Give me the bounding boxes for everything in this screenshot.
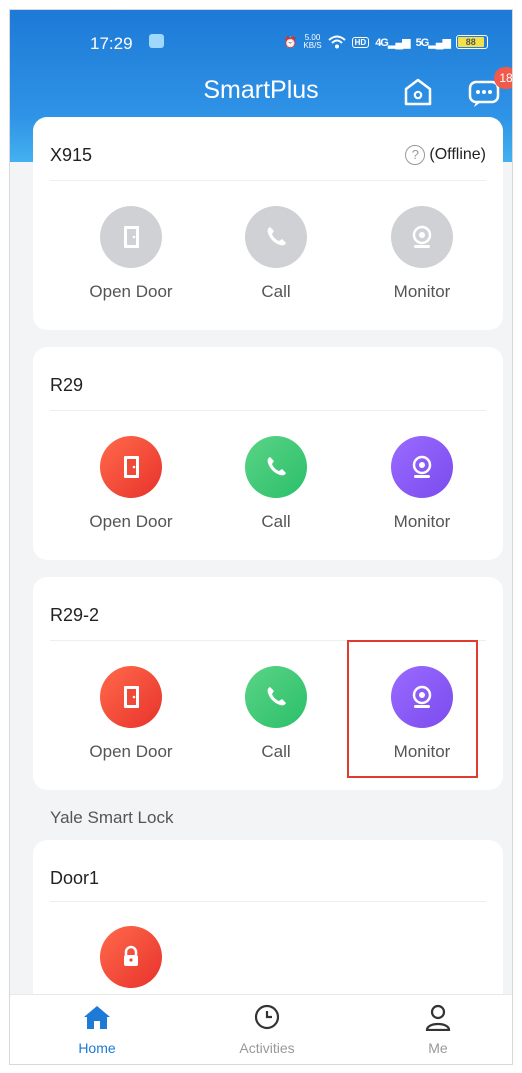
battery-icon: 88 xyxy=(456,35,488,49)
device-title: X915 xyxy=(50,145,93,165)
app-notification-icon xyxy=(149,34,164,48)
offline-status[interactable]: ? (Offline) xyxy=(405,145,486,165)
door-icon xyxy=(100,666,162,728)
battery-level: 88 xyxy=(458,37,484,47)
lock-title: Door1 xyxy=(50,868,100,888)
net-speed-unit: KB/S xyxy=(303,41,322,50)
action-label: Monitor xyxy=(393,282,451,301)
door-icon xyxy=(100,206,162,268)
device-title: R29 xyxy=(50,375,84,395)
user-icon xyxy=(425,1004,451,1032)
page-title: SmartPlus xyxy=(203,76,319,104)
phone-screen: 17:29 ⏰ 5.00 KB/S HD 4G▂▄▆ 5G▂▄▆ 88 Smar… xyxy=(9,9,513,1065)
action-label: Open Door xyxy=(89,512,173,531)
open-door-button[interactable]: Open Door xyxy=(71,206,191,302)
phone-icon xyxy=(245,436,307,498)
action-label: Open Door xyxy=(89,742,173,761)
status-time: 17:29 xyxy=(90,34,133,53)
help-icon[interactable]: ? xyxy=(405,145,426,165)
status-bar: 17:29 ⏰ 5.00 KB/S HD 4G▂▄▆ 5G▂▄▆ 88 xyxy=(10,10,512,70)
highlight-box xyxy=(347,640,478,778)
tab-activities[interactable]: Activities xyxy=(217,1003,317,1056)
device-title: R29-2 xyxy=(50,605,100,625)
phone-icon xyxy=(245,206,307,268)
notification-badge: 18 xyxy=(494,67,512,89)
hd-badge: HD xyxy=(351,36,370,48)
monitor-button[interactable]: Monitor xyxy=(362,206,482,302)
signal-4g-label: 4G xyxy=(375,36,389,49)
device-card-r29: R29 Open Door Call Monitor xyxy=(33,347,503,560)
action-label: Call xyxy=(261,282,291,301)
camera-icon xyxy=(391,206,453,268)
home-icon xyxy=(84,1006,110,1029)
tab-label: Me xyxy=(428,1040,448,1056)
alarm-icon: ⏰ xyxy=(283,36,298,49)
signal-5g-icon: 5G▂▄▆ xyxy=(415,36,451,49)
device-card-x915: X915 ? (Offline) Open Door Call Monitor xyxy=(33,117,503,330)
bottom-tab-bar: Home Activities Me xyxy=(10,994,512,1064)
lock-icon xyxy=(100,926,162,988)
open-door-button[interactable]: Open Door xyxy=(71,666,191,762)
open-door-button[interactable]: Open Door xyxy=(71,436,191,532)
signal-4g-icon: 4G▂▄▆ xyxy=(375,36,410,49)
divider xyxy=(50,901,486,902)
section-label: Yale Smart Lock xyxy=(50,808,174,827)
phone-icon xyxy=(245,666,307,728)
action-label: Call xyxy=(261,742,291,761)
call-button[interactable]: Call xyxy=(216,666,336,762)
door-icon xyxy=(100,436,162,498)
tab-me[interactable]: Me xyxy=(388,1003,488,1056)
status-icons: ⏰ 5.00 KB/S HD 4G▂▄▆ 5G▂▄▆ 88 xyxy=(284,34,488,50)
clock-icon xyxy=(254,1004,280,1030)
home-settings-button[interactable] xyxy=(400,74,436,110)
tab-label: Home xyxy=(78,1040,116,1056)
tab-home[interactable]: Home xyxy=(47,1003,147,1056)
action-label: Monitor xyxy=(393,512,451,531)
call-button[interactable]: Call xyxy=(216,206,336,302)
monitor-button[interactable]: Monitor xyxy=(362,436,482,532)
signal-5g-label: 5G xyxy=(415,36,430,49)
home-gear-icon xyxy=(404,78,432,106)
action-label: Open Door xyxy=(89,282,173,301)
action-label: Call xyxy=(261,512,291,531)
unlock-button[interactable] xyxy=(71,926,191,988)
divider xyxy=(50,410,486,411)
net-speed: 5.00 KB/S xyxy=(303,34,321,50)
status-text: (Offline) xyxy=(429,146,486,163)
call-button[interactable]: Call xyxy=(216,436,336,532)
tab-label: Activities xyxy=(239,1040,295,1056)
camera-icon xyxy=(391,436,453,498)
wifi-icon xyxy=(327,35,346,49)
divider xyxy=(50,180,486,181)
